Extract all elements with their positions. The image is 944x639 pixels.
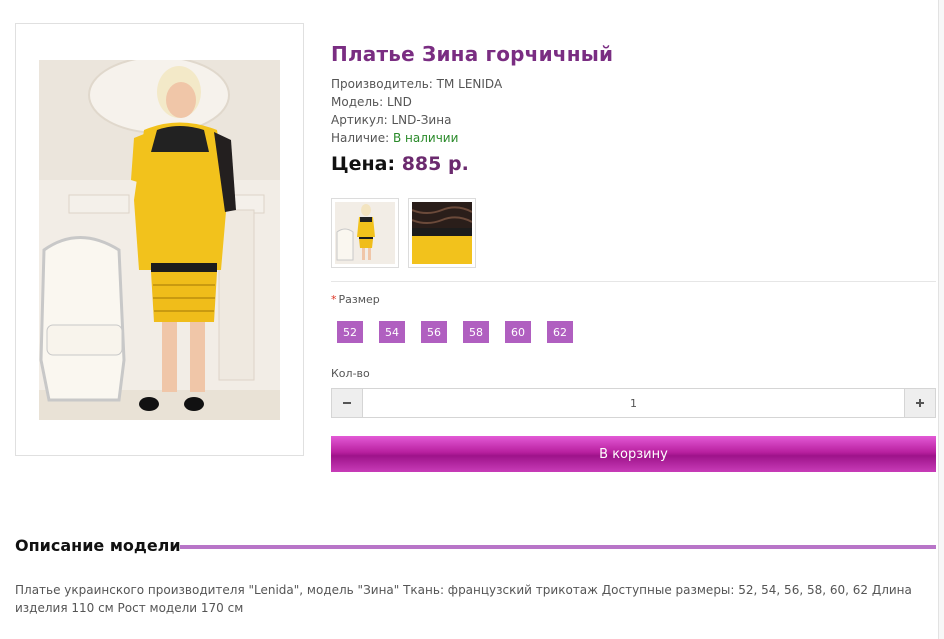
description-text: Платье украинского производителя "Lenida…	[15, 583, 912, 615]
divider	[331, 281, 936, 282]
product-specs: Производитель: ТМ LENIDA Модель: LND Арт…	[331, 75, 502, 147]
required-mark: *	[331, 293, 337, 306]
availability-label: Наличие:	[331, 131, 393, 145]
plus-icon	[916, 399, 924, 407]
price-value: 885 р.	[401, 153, 469, 175]
availability-value: В наличии	[392, 131, 459, 145]
page-right-edge	[938, 0, 944, 639]
quantity-stepper	[331, 388, 936, 418]
size-option-58[interactable]: 58	[463, 321, 489, 343]
size-option-52[interactable]: 52	[337, 321, 363, 343]
description-heading-line	[180, 545, 936, 549]
product-photo	[39, 60, 280, 420]
size-option-54[interactable]: 54	[379, 321, 405, 343]
minus-icon	[343, 402, 351, 404]
size-label: * Размер	[331, 293, 380, 306]
add-to-cart-button[interactable]: В корзину	[331, 436, 936, 472]
thumbnail-photo-full	[335, 202, 395, 264]
product-main-image[interactable]	[15, 23, 304, 456]
description-heading: Описание модели	[15, 536, 181, 555]
model: Модель: LND	[331, 95, 412, 109]
thumbnail-2[interactable]	[408, 198, 476, 268]
manufacturer: Производитель: ТМ LENIDA	[331, 77, 503, 91]
quantity-label: Кол-во	[331, 367, 370, 380]
quantity-increase-button[interactable]	[904, 389, 935, 417]
quantity-decrease-button[interactable]	[332, 389, 363, 417]
thumbnail-1[interactable]	[331, 198, 399, 268]
availability: Наличие: В наличии	[331, 129, 502, 147]
thumbnail-photo-detail	[411, 202, 473, 264]
article: Артикул: LND-Зина	[331, 113, 452, 127]
size-option-62[interactable]: 62	[547, 321, 573, 343]
size-option-56[interactable]: 56	[421, 321, 447, 343]
price: Цена: 885 р.	[331, 153, 469, 175]
size-options: 52 54 56 58 60 62	[337, 321, 573, 343]
price-label: Цена:	[331, 153, 396, 175]
product-title: Платье Зина горчичный	[331, 42, 614, 66]
size-option-60[interactable]: 60	[505, 321, 531, 343]
quantity-input[interactable]	[363, 389, 904, 417]
size-label-text: Размер	[338, 293, 380, 306]
